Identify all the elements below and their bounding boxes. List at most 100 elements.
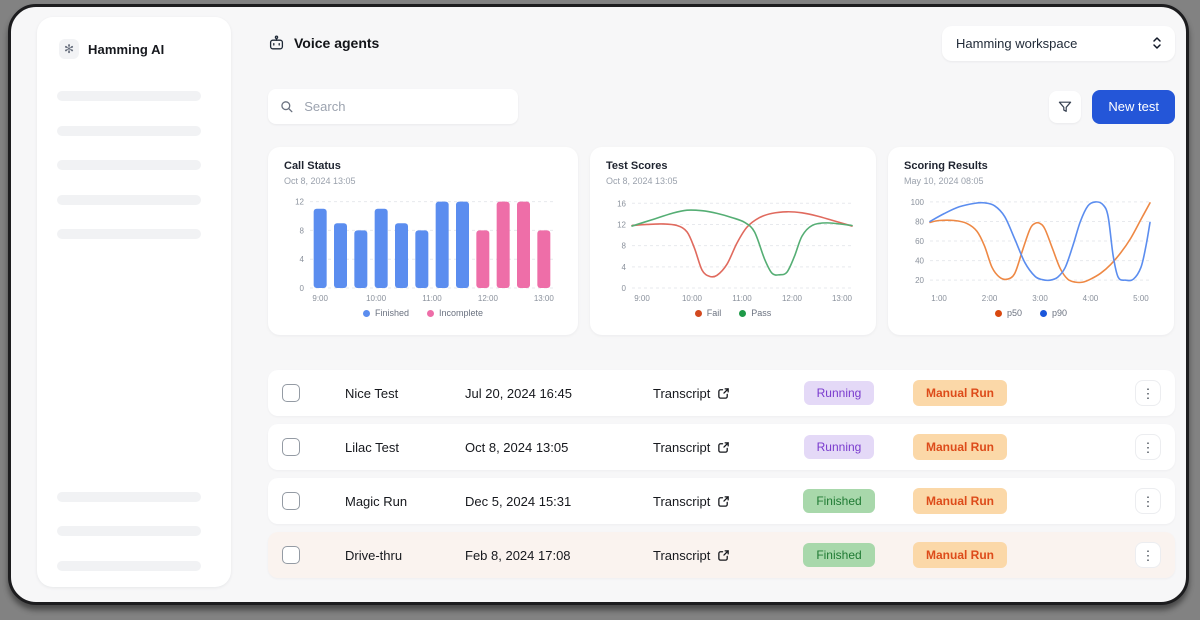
legend-label: Pass [751, 308, 771, 318]
filter-button[interactable] [1049, 91, 1081, 123]
table-row[interactable]: Drive-thru Feb 8, 2024 17:08 Transcript … [268, 532, 1175, 578]
table-row[interactable]: Nice Test Jul 20, 2024 16:45 Transcript … [268, 370, 1175, 416]
svg-text:9:00: 9:00 [634, 294, 650, 303]
header: Voice agents Hamming workspace [268, 25, 1175, 61]
svg-text:2:00: 2:00 [982, 294, 998, 303]
workspace-label: Hamming workspace [956, 36, 1077, 51]
main-content: Voice agents Hamming workspace [268, 7, 1175, 586]
row-checkbox[interactable] [282, 438, 300, 456]
kebab-menu-icon[interactable]: ⋮ [1135, 380, 1161, 406]
skeleton-bar [57, 526, 201, 536]
test-scores-card: Test Scores Oct 8, 2024 13:05 04812169:0… [590, 147, 876, 335]
manual-run-button[interactable]: Manual Run [913, 542, 1007, 568]
manual-run-button[interactable]: Manual Run [913, 380, 1007, 406]
test-date: Oct 8, 2024 13:05 [465, 440, 630, 455]
transcript-link[interactable]: Transcript [653, 494, 783, 509]
transcript-link[interactable]: Transcript [653, 440, 783, 455]
test-date: Jul 20, 2024 16:45 [465, 386, 630, 401]
search-input[interactable] [302, 98, 506, 115]
svg-text:1:00: 1:00 [931, 294, 947, 303]
brand: ✻ Hamming AI [37, 17, 231, 59]
svg-text:12: 12 [295, 198, 304, 207]
legend-item: Incomplete [427, 308, 483, 318]
svg-text:40: 40 [915, 257, 924, 266]
action-cell: Manual Run [895, 542, 1025, 568]
status-badge: Running [804, 381, 875, 405]
transcript-label: Transcript [653, 548, 710, 563]
status-cell: Finished [783, 489, 895, 513]
kebab-menu-icon[interactable]: ⋮ [1135, 434, 1161, 460]
status-cell: Running [783, 381, 895, 405]
flower-icon: ✻ [59, 39, 79, 59]
test-date: Dec 5, 2024 15:31 [465, 494, 630, 509]
chart-title: Test Scores [606, 160, 860, 172]
chart-title: Scoring Results [904, 160, 1158, 172]
test-name: Magic Run [345, 494, 465, 509]
legend-label: Fail [707, 308, 722, 318]
chevron-up-down-icon [1151, 35, 1163, 51]
svg-text:8: 8 [300, 226, 305, 235]
skeleton-bar [57, 160, 201, 170]
test-scores-chart: 04812169:0010:0011:0012:0013:00 [606, 192, 860, 304]
skeleton-bar [57, 492, 201, 502]
svg-text:10:00: 10:00 [682, 294, 703, 303]
status-cell: Finished [783, 543, 895, 567]
svg-text:4: 4 [300, 255, 305, 264]
chart-subtitle: Oct 8, 2024 13:05 [606, 176, 860, 186]
row-checkbox[interactable] [282, 384, 300, 402]
legend-label: Incomplete [439, 308, 483, 318]
chart-legend: Finished Incomplete [284, 306, 562, 320]
scoring-results-chart: 204060801001:002:003:004:005:00 [904, 192, 1158, 304]
skeleton-bar [57, 561, 201, 571]
transcript-link[interactable]: Transcript [653, 548, 783, 563]
svg-text:100: 100 [911, 198, 925, 207]
test-date: Feb 8, 2024 17:08 [465, 548, 630, 563]
row-checkbox[interactable] [282, 492, 300, 510]
legend-dot-icon [695, 310, 702, 317]
svg-text:13:00: 13:00 [534, 294, 555, 303]
status-badge: Running [804, 435, 875, 459]
legend-item: Pass [739, 308, 771, 318]
app-window: ✻ Hamming AI [8, 4, 1189, 605]
svg-text:11:00: 11:00 [422, 294, 442, 303]
table-row[interactable]: Lilac Test Oct 8, 2024 13:05 Transcript … [268, 424, 1175, 470]
table-row[interactable]: Magic Run Dec 5, 2024 15:31 Transcript F… [268, 478, 1175, 524]
kebab-menu-icon[interactable]: ⋮ [1135, 542, 1161, 568]
sidebar: ✻ Hamming AI [37, 17, 231, 587]
brand-name: Hamming AI [88, 42, 164, 57]
external-link-icon [717, 495, 730, 508]
legend-item: Finished [363, 308, 409, 318]
action-cell: Manual Run [895, 488, 1025, 514]
svg-text:13:00: 13:00 [832, 294, 853, 303]
svg-text:5:00: 5:00 [1133, 294, 1149, 303]
external-link-icon [717, 441, 730, 454]
svg-text:80: 80 [915, 217, 924, 226]
charts-row: Call Status Oct 8, 2024 13:05 0 4 8 12 9:00 1… [268, 147, 1175, 335]
chart-title: Call Status [284, 160, 562, 172]
svg-text:3:00: 3:00 [1032, 294, 1048, 303]
manual-run-button[interactable]: Manual Run [913, 488, 1007, 514]
transcript-label: Transcript [653, 440, 710, 455]
legend-dot-icon [739, 310, 746, 317]
svg-text:4:00: 4:00 [1083, 294, 1099, 303]
legend-label: p90 [1052, 308, 1067, 318]
legend-dot-icon [363, 310, 370, 317]
row-checkbox[interactable] [282, 546, 300, 564]
legend-item: p50 [995, 308, 1022, 318]
kebab-menu-icon[interactable]: ⋮ [1135, 488, 1161, 514]
svg-text:16: 16 [617, 199, 626, 208]
legend-label: Finished [375, 308, 409, 318]
new-test-button[interactable]: New test [1092, 90, 1175, 124]
manual-run-button[interactable]: Manual Run [913, 434, 1007, 460]
legend-dot-icon [427, 310, 434, 317]
svg-text:0: 0 [300, 284, 305, 293]
legend-item: Fail [695, 308, 722, 318]
page-title: Voice agents [268, 35, 379, 52]
svg-text:0: 0 [622, 284, 627, 293]
call-status-card: Call Status Oct 8, 2024 13:05 048129:001… [268, 147, 578, 335]
transcript-link[interactable]: Transcript [653, 386, 783, 401]
external-link-icon [717, 549, 730, 562]
search-box [268, 89, 518, 124]
status-cell: Running [783, 435, 895, 459]
workspace-select[interactable]: Hamming workspace [942, 26, 1175, 61]
